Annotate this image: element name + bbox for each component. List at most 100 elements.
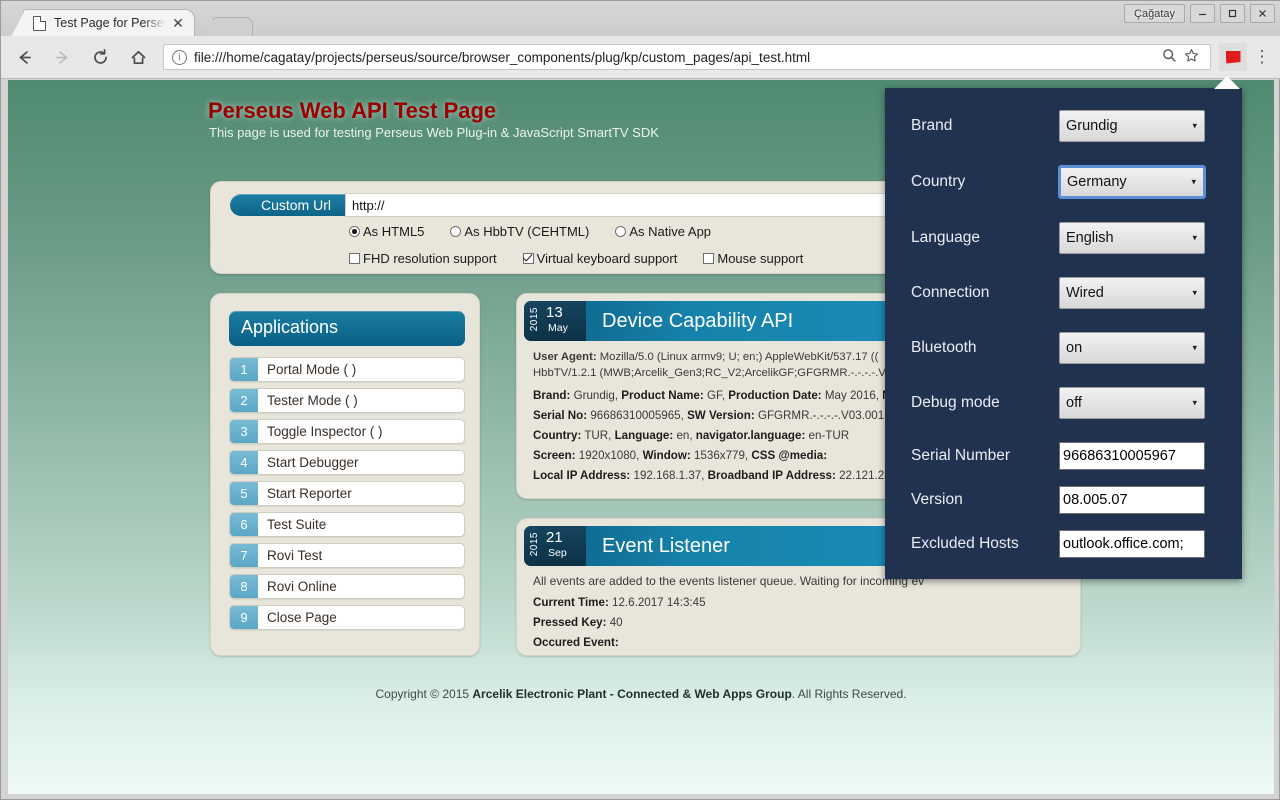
setting-row-version: Version 08.005.07: [911, 482, 1221, 518]
row-value: TUR,: [581, 428, 615, 442]
country-select-value: Germany: [1067, 174, 1127, 190]
date-year: 2015: [529, 532, 540, 557]
debug-mode-select[interactable]: off ▾: [1059, 387, 1205, 419]
app-label: Tester Mode ( ): [267, 393, 358, 408]
custom-url-mode-radios: As HTML5 As HbbTV (CEHTML) As Native App: [349, 224, 737, 239]
country-select[interactable]: Germany ▾: [1059, 166, 1205, 198]
app-item-rovi-test[interactable]: 7 Rovi Test: [229, 543, 465, 568]
extension-flag-icon[interactable]: [1219, 43, 1247, 71]
page-icon: [33, 15, 46, 31]
setting-label: Bluetooth: [911, 339, 977, 356]
address-bar[interactable]: i file:///home/cagatay/projects/perseus/…: [163, 44, 1211, 70]
forward-icon[interactable]: [47, 42, 77, 72]
radio-as-native-app[interactable]: As Native App: [615, 224, 711, 239]
row-label: Serial No:: [533, 408, 588, 422]
version-input[interactable]: 08.005.07: [1059, 486, 1205, 514]
reload-icon[interactable]: [85, 42, 115, 72]
app-label: Rovi Online: [267, 579, 337, 594]
row-label: Pressed Key:: [533, 616, 607, 629]
app-label: Start Reporter: [267, 486, 352, 501]
app-item-start-reporter[interactable]: 5 Start Reporter: [229, 481, 465, 506]
footer-company: Arcelik Electronic Plant - Connected & W…: [472, 687, 792, 701]
date-year: 2015: [529, 307, 540, 332]
brand-select[interactable]: Grundig ▾: [1059, 110, 1205, 142]
setting-label: Language: [911, 229, 980, 246]
row-value: 1920x1080,: [575, 448, 643, 462]
checkbox-icon: [349, 253, 360, 264]
app-number: 9: [230, 606, 258, 629]
app-item-rovi-online[interactable]: 8 Rovi Online: [229, 574, 465, 599]
excluded-hosts-input[interactable]: outlook.office.com;: [1059, 530, 1205, 558]
pressed-key-row: Pressed Key: 40: [533, 616, 1070, 629]
language-select-value: English: [1066, 230, 1114, 246]
checkbox-label: Mouse support: [717, 251, 804, 266]
setting-row-serial-number: Serial Number 96686310005967: [911, 438, 1221, 474]
app-label: Toggle Inspector ( ): [267, 424, 383, 439]
custom-url-input[interactable]: [345, 193, 965, 217]
setting-label: Country: [911, 173, 966, 190]
checkbox-fhd-resolution-support[interactable]: FHD resolution support: [349, 251, 497, 266]
page-subtitle: This page is used for testing Perseus We…: [209, 125, 659, 140]
event-listener-body: All events are added to the events liste…: [533, 574, 1070, 656]
row-value: en-TUR: [805, 428, 850, 442]
radio-as-hbbtv[interactable]: As HbbTV (CEHTML): [450, 224, 589, 239]
window-controls: Çağatay: [1124, 4, 1275, 23]
app-item-close-page[interactable]: 9 Close Page: [229, 605, 465, 630]
row-label: navigator.language:: [695, 428, 806, 442]
minimize-icon[interactable]: [1190, 4, 1215, 23]
footer-prefix: Copyright © 2015: [375, 687, 473, 701]
serial-number-input[interactable]: 96686310005967: [1059, 442, 1205, 470]
brand-select-value: Grundig: [1066, 118, 1118, 134]
row-value: GFGRMR.-.-.-.-.V03.001.05,: [754, 408, 907, 422]
close-tab-icon[interactable]: ✕: [170, 15, 186, 31]
setting-label: Excluded Hosts: [911, 535, 1019, 552]
custom-url-panel: Custom Url As HTML5 As HbbTV (CEHTML) As…: [210, 181, 965, 274]
connection-select[interactable]: Wired ▾: [1059, 277, 1205, 309]
back-icon[interactable]: [9, 42, 39, 72]
applications-panel: Applications 1 Portal Mode ( ) 2 Tester …: [210, 293, 480, 656]
row-label: Product Name:: [621, 388, 704, 402]
setting-row-bluetooth: Bluetooth on ▾: [911, 330, 1221, 366]
app-item-tester-mode[interactable]: 2 Tester Mode ( ): [229, 388, 465, 413]
bluetooth-select[interactable]: on ▾: [1059, 332, 1205, 364]
applications-header: Applications: [229, 311, 465, 346]
user-profile-chip[interactable]: Çağatay: [1124, 4, 1185, 23]
address-bar-url: file:///home/cagatay/projects/perseus/so…: [194, 49, 811, 65]
connection-select-value: Wired: [1066, 285, 1104, 301]
page-info-icon[interactable]: i: [172, 49, 187, 65]
radio-as-html5[interactable]: As HTML5: [349, 224, 424, 239]
row-label: Country:: [533, 428, 582, 442]
row-value: 12.6.2017 14:3:45: [608, 596, 706, 609]
custom-url-button[interactable]: Custom Url: [230, 194, 362, 216]
browser-window: Test Page for Perseus ✕ Çağatay i file:/…: [0, 0, 1280, 800]
date-day: 13: [546, 304, 563, 321]
row-label: Brand:: [533, 388, 571, 402]
setting-label: Connection: [911, 284, 990, 301]
home-icon[interactable]: [123, 42, 153, 72]
row-value: en,: [673, 428, 696, 442]
close-window-icon[interactable]: [1250, 4, 1275, 23]
app-item-toggle-inspector[interactable]: 3 Toggle Inspector ( ): [229, 419, 465, 444]
setting-label: Brand: [911, 117, 953, 134]
debug-mode-select-value: off: [1066, 395, 1082, 411]
app-item-test-suite[interactable]: 6 Test Suite: [229, 512, 465, 537]
page-footer: Copyright © 2015 Arcelik Electronic Plan…: [8, 687, 1274, 701]
app-item-start-debugger[interactable]: 4 Start Debugger: [229, 450, 465, 475]
checkbox-virtual-keyboard-support[interactable]: Virtual keyboard support: [522, 251, 677, 266]
app-number: 2: [230, 389, 258, 412]
app-item-portal-mode[interactable]: 1 Portal Mode ( ): [229, 357, 465, 382]
chevron-down-icon: ▾: [1192, 342, 1197, 353]
row-value: Grundig,: [570, 388, 622, 402]
setting-label: Serial Number: [911, 447, 1011, 464]
bookmark-star-icon[interactable]: [1180, 48, 1202, 66]
browser-tab[interactable]: Test Page for Perseus ✕: [11, 9, 195, 37]
browser-menu-icon[interactable]: ⋮: [1249, 48, 1275, 65]
row-value: May 2016,: [821, 388, 883, 402]
search-icon[interactable]: [1158, 48, 1180, 66]
app-label: Close Page: [267, 610, 337, 625]
app-number: 1: [230, 358, 258, 381]
maximize-icon[interactable]: [1220, 4, 1245, 23]
app-number: 6: [230, 513, 258, 536]
checkbox-mouse-support[interactable]: Mouse support: [703, 251, 803, 266]
language-select[interactable]: English ▾: [1059, 222, 1205, 254]
